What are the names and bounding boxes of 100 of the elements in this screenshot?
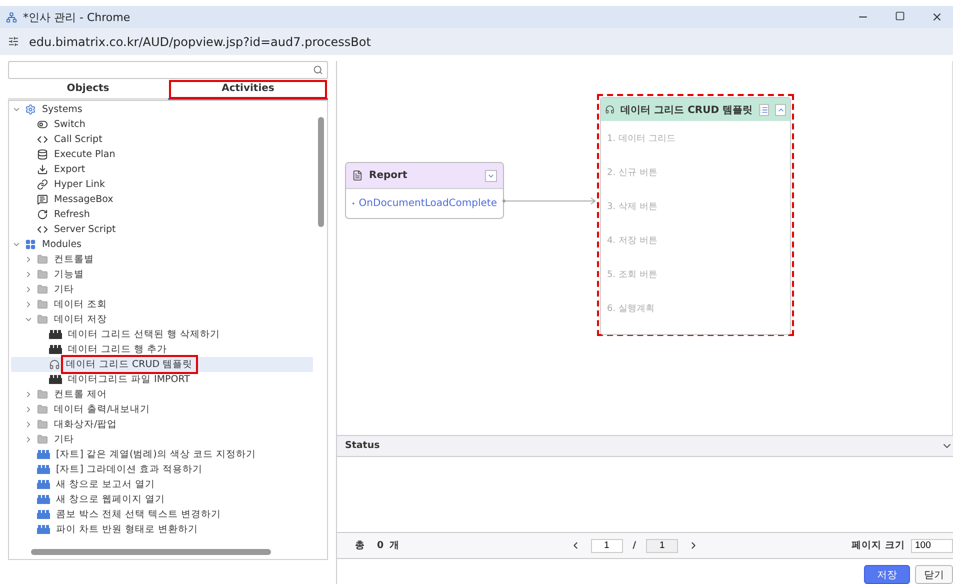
- report-node[interactable]: Report OnDocumentLoadComplete: [345, 162, 504, 219]
- template-node[interactable]: 데이터 그리드 CRUD 템플릿 1. 데이터 그리드 2. 신규 버튼 3. 삭제 버튼 4. 저장 버튼 5. 조회 버튼 6. 실행계획: [597, 94, 794, 336]
- tree-label: Modules: [41, 239, 82, 250]
- step-label: 5. 조회 버튼: [606, 268, 658, 282]
- tree-item[interactable]: 새 창으로 웹페이지 열기: [11, 492, 313, 507]
- tree-label: 데이터 그리드 CRUD 템플릿: [64, 358, 195, 371]
- search-icon[interactable]: [313, 65, 323, 75]
- list-icon: [760, 106, 768, 114]
- tree-label: 컨트롤별: [53, 253, 95, 266]
- tree-label: 파이 차트 반원 형태로 변환하기: [55, 523, 200, 536]
- tree-item[interactable]: 기능별: [11, 267, 313, 282]
- tree-label: 컨트롤 제어: [53, 388, 108, 401]
- expand-icon[interactable]: [24, 315, 32, 324]
- tree-label: 기타: [53, 433, 75, 446]
- folder-icon: [37, 314, 48, 325]
- url-text[interactable]: edu.bimatrix.co.kr/AUD/popview.jsp?id=aud7.processBot: [29, 34, 371, 48]
- tab[interactable]: Activities: [168, 79, 328, 100]
- tree-label: MessageBox: [53, 194, 114, 205]
- tab[interactable]: Objects: [8, 79, 168, 100]
- brick-icon: [49, 375, 62, 384]
- maximize-icon[interactable]: [895, 11, 905, 21]
- tree-item[interactable]: [자트] 그라데이션 효과 적용하기: [11, 462, 313, 477]
- tree-label: Call Script: [53, 134, 104, 145]
- tree-item[interactable]: 데이터 출력/내보내기: [11, 402, 313, 417]
- save-button[interactable]: 저장: [864, 565, 910, 584]
- tree-label: Systems: [41, 104, 84, 115]
- page-field[interactable]: 1: [590, 538, 623, 553]
- close-button[interactable]: 닫기: [915, 565, 953, 584]
- total-label: 총: [355, 539, 365, 552]
- tree-label: 데이터 그리드 선택된 행 삭제하기: [67, 328, 222, 341]
- tree-item[interactable]: Execute Plan: [11, 147, 313, 162]
- tree-label: 데이터 그리드 행 추가: [67, 343, 168, 356]
- event-label[interactable]: OnDocumentLoadComplete: [358, 198, 497, 208]
- list-button[interactable]: [758, 104, 770, 116]
- site-settings-icon[interactable]: [8, 36, 19, 47]
- page-size-field[interactable]: 100: [911, 538, 953, 553]
- tree-item[interactable]: Export: [11, 162, 313, 177]
- settings-icon: [25, 104, 36, 115]
- tree-item[interactable]: 데이터그리드 파일 IMPORT: [11, 372, 313, 387]
- tree-item[interactable]: 콤보 박스 전체 선택 텍스트 변경하기: [11, 507, 313, 522]
- brick-icon: [37, 465, 50, 474]
- tree-label: 기능별: [53, 268, 85, 281]
- step-label: 3. 삭제 버튼: [606, 200, 658, 214]
- tree-item[interactable]: 데이터 그리드 CRUD 템플릿: [11, 357, 313, 372]
- tree-item[interactable]: 컨트롤별: [11, 252, 313, 267]
- close-icon[interactable]: [931, 11, 943, 23]
- tree-label: Switch: [53, 119, 86, 130]
- tree-label: Hyper Link: [53, 179, 106, 190]
- search-field[interactable]: [8, 61, 328, 79]
- folder-icon: [37, 299, 48, 310]
- expand-icon[interactable]: [12, 105, 20, 114]
- tree-label: Refresh: [53, 209, 91, 220]
- page-count-field[interactable]: 1: [646, 538, 678, 553]
- tree-item[interactable]: Hyper Link: [11, 177, 313, 192]
- tree-item[interactable]: Modules: [11, 237, 313, 252]
- tree-item[interactable]: Call Script: [11, 132, 313, 147]
- tree-item[interactable]: MessageBox: [11, 192, 313, 207]
- tree-item[interactable]: 데이터 그리드 행 추가: [11, 342, 313, 357]
- brick-icon: [37, 450, 50, 459]
- link-icon: [37, 179, 48, 190]
- tree-item[interactable]: 기타: [11, 282, 313, 297]
- headset-icon: [605, 104, 615, 115]
- tree-label: 데이터 조회: [53, 298, 108, 311]
- tree-item[interactable]: 대화상자/팝업: [11, 417, 313, 432]
- node-title: 데이터 그리드 CRUD 템플릿: [620, 104, 753, 116]
- tree-item[interactable]: 파이 차트 반원 형태로 변환하기: [11, 522, 313, 537]
- database-icon: [37, 149, 48, 160]
- tree-item[interactable]: 데이터 저장: [11, 312, 313, 327]
- tree-label: 대화상자/팝업: [53, 418, 118, 431]
- tree-label: 데이터 출력/내보내기: [53, 403, 152, 416]
- node-title: Report: [369, 170, 408, 181]
- brick-icon: [37, 480, 50, 489]
- tree-item[interactable]: 데이터 그리드 선택된 행 삭제하기: [11, 327, 313, 342]
- refresh-icon: [37, 209, 48, 220]
- page-size-label: 페이지 크기: [852, 539, 905, 552]
- brick-icon: [49, 345, 62, 354]
- tree-item[interactable]: Server Script: [11, 222, 313, 237]
- expand-icon[interactable]: [12, 240, 20, 249]
- tree-label: [자트] 그라데이션 효과 적용하기: [55, 463, 204, 476]
- tree-item[interactable]: Refresh: [11, 207, 313, 222]
- folder-icon: [37, 269, 48, 280]
- total-count: 0: [377, 540, 384, 552]
- tree-label: 데이터그리드 파일 IMPORT: [67, 373, 191, 386]
- brick-icon: [37, 510, 50, 519]
- tree-label: 새 창으로 보고서 열기: [55, 478, 156, 491]
- grid-icon: [25, 239, 36, 250]
- folder-icon: [37, 284, 48, 295]
- tree-item[interactable]: 데이터 조회: [11, 297, 313, 312]
- tree-label: Export: [53, 164, 86, 175]
- tree-item[interactable]: 기타: [11, 432, 313, 447]
- tree-item[interactable]: Systems: [11, 102, 313, 117]
- tree-item[interactable]: 새 창으로 보고서 열기: [11, 477, 313, 492]
- tree-item[interactable]: Switch: [11, 117, 313, 132]
- tree-label: 데이터 저장: [53, 313, 108, 326]
- document-icon: [352, 170, 363, 181]
- step-label: 6. 실행계획: [606, 302, 656, 316]
- tree-item[interactable]: [자트] 같은 계열(범례)의 색상 코드 지정하기: [11, 447, 313, 462]
- step-label: 2. 신규 버튼: [606, 166, 658, 180]
- window-title: *인사 관리 - Chrome: [23, 10, 132, 24]
- tree-item[interactable]: 컨트롤 제어: [11, 387, 313, 402]
